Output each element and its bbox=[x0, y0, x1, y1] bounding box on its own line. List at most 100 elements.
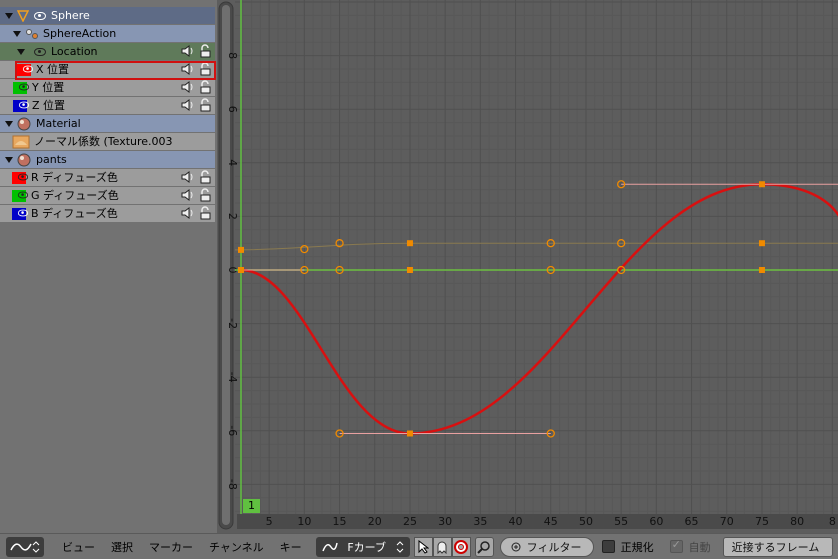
curve-color-swatch[interactable] bbox=[12, 171, 29, 184]
channel-label: G ディフューズ色 bbox=[31, 189, 119, 202]
mute-speaker-icon[interactable] bbox=[180, 44, 196, 58]
expand-triangle-icon[interactable] bbox=[5, 120, 13, 127]
y-tick-label: 8 bbox=[226, 52, 239, 59]
channel-curve-z-location[interactable]: Z 位置 bbox=[0, 97, 215, 114]
material-sphere-icon bbox=[17, 117, 31, 130]
expand-triangle-icon[interactable] bbox=[5, 156, 13, 163]
y-tick-label: -2 bbox=[226, 318, 239, 329]
menu-view[interactable]: ビュー bbox=[54, 539, 103, 555]
frame-tick-label: 50 bbox=[578, 515, 593, 528]
y-tick-label: 4 bbox=[226, 159, 239, 166]
visibility-eye-icon[interactable] bbox=[34, 47, 46, 56]
visibility-eye-icon[interactable] bbox=[17, 173, 29, 180]
channel-material[interactable]: Material bbox=[0, 115, 215, 132]
lock-icon[interactable] bbox=[199, 170, 211, 184]
action-icon bbox=[26, 28, 38, 39]
menu-marker[interactable]: マーカー bbox=[141, 539, 201, 555]
vertical-scrollbar-thumb[interactable] bbox=[222, 5, 230, 525]
menu-channel[interactable]: チャンネル bbox=[201, 539, 272, 555]
lock-icon[interactable] bbox=[199, 44, 211, 58]
frame-tick-label: 30 bbox=[438, 515, 453, 528]
editor-type-button[interactable] bbox=[6, 536, 44, 557]
cursor-arrow-icon bbox=[418, 539, 430, 554]
lock-icon[interactable] bbox=[199, 80, 211, 94]
search-toggle[interactable] bbox=[474, 536, 494, 557]
only-errors-toggle[interactable] bbox=[451, 536, 471, 557]
channel-curve-r-diffuse[interactable]: R ディフューズ色 bbox=[0, 169, 215, 186]
mode-dropdown[interactable]: Fカーブ bbox=[315, 536, 410, 557]
mute-speaker-icon[interactable] bbox=[180, 62, 196, 76]
channel-group-location[interactable]: Location bbox=[0, 43, 215, 60]
menu-key[interactable]: キー bbox=[272, 539, 310, 555]
expand-triangle-icon[interactable] bbox=[13, 30, 21, 37]
show-hidden-toggle[interactable] bbox=[432, 536, 452, 557]
only-selected-toggle[interactable] bbox=[413, 536, 433, 557]
mute-speaker-icon[interactable] bbox=[180, 80, 196, 94]
curve-color-swatch[interactable] bbox=[17, 63, 34, 76]
channel-action[interactable]: SphereAction bbox=[0, 25, 215, 42]
mute-speaker-icon[interactable] bbox=[180, 188, 196, 202]
visibility-eye-icon[interactable] bbox=[18, 83, 30, 90]
ghost-icon bbox=[437, 541, 447, 554]
channel-label: SphereAction bbox=[43, 27, 117, 40]
lock-icon[interactable] bbox=[199, 188, 211, 202]
visibility-eye-icon[interactable] bbox=[22, 65, 34, 72]
y-tick-label: 6 bbox=[226, 106, 239, 113]
keyframe-point bbox=[758, 267, 765, 273]
mute-speaker-icon[interactable] bbox=[180, 206, 196, 220]
channel-label: Y 位置 bbox=[32, 81, 65, 94]
channel-label: Z 位置 bbox=[32, 99, 66, 112]
channel-curve-x-location[interactable]: X 位置 bbox=[0, 61, 215, 78]
lock-icon[interactable] bbox=[199, 98, 211, 112]
current-frame-indicator[interactable]: 1 bbox=[243, 499, 260, 513]
menu-select[interactable]: 選択 bbox=[103, 539, 141, 555]
channel-curve-b-diffuse[interactable]: B ディフューズ色 bbox=[0, 205, 215, 222]
auto-normalize-checkbox[interactable] bbox=[669, 538, 683, 553]
frame-tick-label: 80 bbox=[790, 515, 805, 528]
curve-color-swatch[interactable] bbox=[13, 99, 30, 112]
y-tick-label: -8 bbox=[226, 479, 239, 490]
y-tick-label: 2 bbox=[226, 213, 239, 220]
snap-nearest-frame-button[interactable]: 近接するフレーム bbox=[722, 536, 833, 557]
channel-texture-normal-factor[interactable]: ノーマル係数 (Texture.003 bbox=[0, 133, 215, 150]
expand-triangle-icon[interactable] bbox=[17, 48, 25, 55]
frame-tick-label: 65 bbox=[684, 515, 699, 528]
keyframe-point bbox=[238, 246, 244, 253]
channel-material-pants[interactable]: pants bbox=[0, 151, 215, 168]
normalize-checkbox[interactable] bbox=[601, 540, 615, 553]
frame-tick-label: 55 bbox=[614, 515, 629, 528]
channel-label: X 位置 bbox=[36, 63, 70, 76]
keyframe-point bbox=[238, 267, 244, 273]
frame-tick-label: 40 bbox=[508, 515, 523, 528]
graph-editor-header: ビュー 選択 マーカー チャンネル キー Fカーブ フィルター 正規化 自動 近… bbox=[0, 533, 838, 559]
mute-speaker-icon[interactable] bbox=[180, 98, 196, 112]
frame-ruler[interactable]: 5 10 15 20 25 30 35 40 45 50 55 60 65 70 75 80 8 bbox=[237, 514, 838, 529]
channel-curve-y-location[interactable]: Y 位置 bbox=[0, 79, 215, 96]
frame-tick-label: 15 bbox=[332, 515, 347, 528]
curve-color-swatch[interactable] bbox=[12, 189, 29, 202]
visibility-eye-icon[interactable] bbox=[17, 209, 29, 216]
frame-tick-label: 60 bbox=[649, 515, 664, 528]
visibility-eye-icon[interactable] bbox=[18, 101, 30, 108]
frame-tick-label: 8 bbox=[828, 515, 836, 528]
lock-icon[interactable] bbox=[199, 206, 211, 220]
lock-icon[interactable] bbox=[199, 62, 211, 76]
y-tick-label: -6 bbox=[226, 425, 239, 436]
visibility-eye-icon[interactable] bbox=[34, 11, 46, 20]
lifebuoy-icon bbox=[454, 539, 469, 554]
channel-object-sphere[interactable]: Sphere bbox=[0, 7, 215, 24]
frame-tick-label: 10 bbox=[297, 515, 312, 528]
curve-color-swatch[interactable] bbox=[13, 81, 30, 94]
frame-tick-label: 35 bbox=[473, 515, 488, 528]
frame-tick-label: 20 bbox=[367, 515, 382, 528]
keyframe-point bbox=[758, 240, 765, 247]
filter-button[interactable]: フィルター bbox=[499, 536, 594, 557]
mute-speaker-icon[interactable] bbox=[180, 170, 196, 184]
channel-list: Sphere SphereAction Location X 位置 Y 位置 Z… bbox=[0, 0, 217, 533]
graph-editor-canvas[interactable]: 8 6 4 20 -2 -4 -6 -8 bbox=[217, 0, 838, 533]
visibility-eye-icon[interactable] bbox=[17, 191, 29, 198]
channel-curve-g-diffuse[interactable]: G ディフューズ色 bbox=[0, 187, 215, 204]
frame-tick-label: 25 bbox=[402, 515, 417, 528]
curve-color-swatch[interactable] bbox=[12, 207, 29, 220]
expand-triangle-icon[interactable] bbox=[5, 12, 13, 19]
